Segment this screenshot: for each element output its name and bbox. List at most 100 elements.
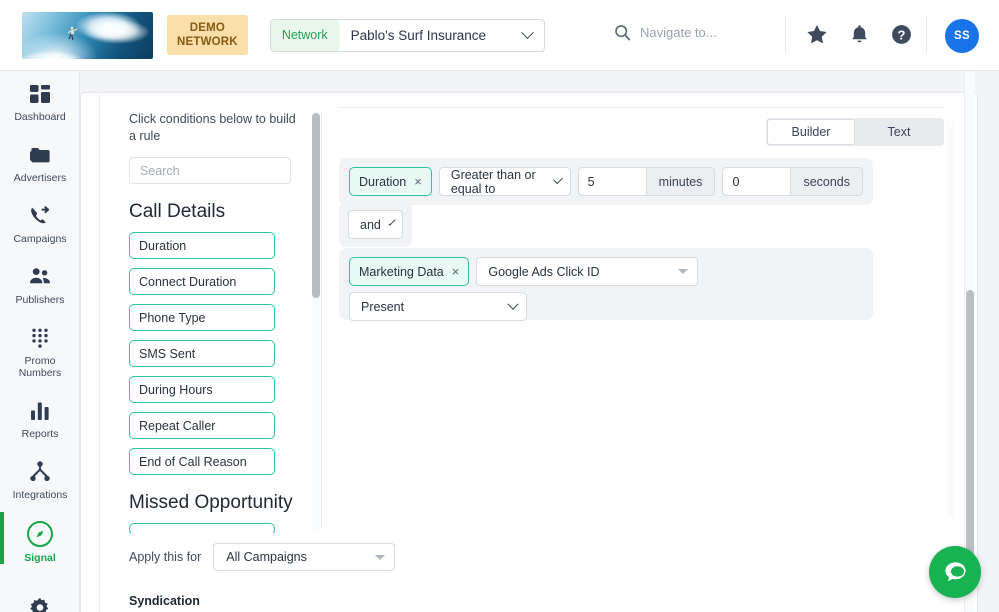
conditions-search-input[interactable]: Search	[129, 157, 291, 184]
conditions-group-title-missed-opportunity: Missed Opportunity	[129, 492, 293, 513]
rule-group-duration: Duration × Greater than or equal to minu…	[339, 158, 873, 205]
builder-scrollbar-track[interactable]	[947, 121, 954, 517]
sidebar-item-advertisers[interactable]: Advertisers	[0, 132, 80, 193]
brand-logo-image[interactable]	[22, 11, 153, 59]
rule-row-marketing-data-operator: Present	[349, 292, 863, 321]
duration-seconds-group: seconds	[722, 167, 863, 196]
close-icon[interactable]: ×	[414, 175, 422, 188]
rule-chip-marketing-data[interactable]: Marketing Data ×	[349, 257, 470, 286]
wave-foam-decoration	[22, 42, 94, 59]
panel-vertical-divider	[321, 111, 322, 529]
rule-row-marketing-data-field: Marketing Data × Google Ads Click ID	[349, 257, 863, 286]
duration-seconds-input[interactable]	[722, 167, 791, 196]
help-icon[interactable]: ?	[891, 24, 912, 45]
duration-operator-value: Greater than or equal to	[450, 167, 536, 196]
header-divider-left	[785, 18, 786, 53]
demo-badge-line2: NETWORK	[177, 36, 238, 48]
duration-minutes-group: minutes	[577, 167, 716, 196]
surfer-figure-icon	[67, 26, 78, 40]
chevron-down-icon	[552, 173, 563, 184]
header-action-icons: ?	[806, 24, 912, 45]
apply-scope-select[interactable]: All Campaigns	[213, 543, 396, 571]
phone-forward-icon	[31, 206, 50, 224]
signal-rule-card: Click conditions below to build a rule S…	[80, 92, 978, 612]
chevron-down-icon	[388, 218, 396, 226]
left-sidebar: Dashboard Advertisers Campaigns Publishe…	[0, 71, 80, 612]
demo-badge-line1: DEMO	[189, 22, 226, 34]
apply-scope-value: All Campaigns	[226, 550, 307, 564]
sidebar-item-dashboard[interactable]: Dashboard	[0, 71, 80, 132]
rule-row-duration: Duration × Greater than or equal to minu…	[349, 167, 863, 196]
condition-repeat-caller[interactable]: Repeat Caller	[129, 412, 275, 439]
sidebar-item-label: Signal	[24, 552, 56, 564]
apply-scope-label: Apply this for	[129, 550, 202, 564]
chat-bubble-icon	[944, 561, 966, 581]
chevron-down-icon	[507, 298, 519, 310]
rule-chip-duration[interactable]: Duration ×	[349, 167, 432, 196]
folder-icon	[30, 148, 50, 163]
marketing-data-field-select[interactable]: Google Ads Click ID	[476, 257, 699, 286]
header-divider-right	[926, 18, 927, 53]
conditions-hint: Click conditions below to build a rule	[129, 112, 296, 143]
chat-widget-button[interactable]	[929, 546, 981, 598]
duration-operator-select[interactable]: Greater than or equal to	[438, 167, 571, 196]
sidebar-item-signal[interactable]: Signal	[0, 510, 80, 573]
demo-network-badge: DEMO NETWORK	[167, 15, 248, 55]
gear-icon	[30, 597, 49, 612]
condition-connect-duration[interactable]: Connect Duration	[129, 268, 275, 295]
tab-builder[interactable]: Builder	[767, 119, 855, 145]
top-header: DEMO NETWORK Network Pablo's Surf Insura…	[0, 0, 999, 71]
conditions-panel: Click conditions below to build a rule S…	[129, 111, 321, 541]
dashboard-icon	[30, 85, 50, 103]
keypad-icon	[32, 328, 48, 348]
sidebar-item-settings[interactable]: Settings	[0, 585, 80, 612]
builder-top-divider	[339, 107, 944, 108]
sidebar-item-publishers[interactable]: Publishers	[0, 254, 80, 315]
condition-partial-clipped[interactable]	[129, 523, 275, 535]
sidebar-item-campaigns[interactable]: Campaigns	[0, 193, 80, 254]
network-selector-value-wrap[interactable]: Pablo's Surf Insurance	[339, 20, 544, 51]
user-avatar[interactable]: SS	[945, 19, 979, 53]
duration-minutes-input[interactable]	[577, 167, 646, 196]
rule-chip-label: Marketing Data	[359, 264, 444, 279]
compass-icon	[27, 521, 53, 547]
sidebar-item-reports[interactable]: Reports	[0, 388, 80, 449]
page-scrollbar-thumb[interactable]	[966, 290, 974, 588]
rule-connector-group: and	[339, 202, 412, 247]
apply-scope-row: Apply this for All Campaigns	[129, 543, 396, 571]
duration-minutes-unit: minutes	[645, 167, 716, 196]
chevron-down-icon	[678, 269, 689, 274]
sidebar-item-label: Reports	[21, 428, 59, 440]
star-icon[interactable]	[806, 24, 828, 45]
global-search[interactable]: Navigate to...	[614, 24, 717, 41]
network-selector[interactable]: Network Pablo's Surf Insurance	[269, 18, 545, 52]
close-icon[interactable]: ×	[452, 265, 460, 278]
sidebar-item-label: Dashboard	[14, 111, 66, 123]
condition-phone-type[interactable]: Phone Type	[129, 304, 275, 331]
svg-text:?: ?	[898, 27, 906, 42]
condition-during-hours[interactable]: During Hours	[129, 376, 275, 403]
page-canvas: Click conditions below to build a rule S…	[80, 71, 999, 612]
conditions-group-title: Call Details	[129, 201, 226, 222]
view-toggle[interactable]: Builder Text	[766, 118, 944, 146]
sidebar-item-label: Publishers	[15, 294, 65, 306]
tab-text[interactable]: Text	[855, 119, 943, 145]
bar-chart-icon	[31, 402, 49, 420]
syndication-section-title: Syndication	[129, 594, 200, 608]
marketing-data-operator-select[interactable]: Present	[349, 292, 527, 321]
condition-sms-sent[interactable]: SMS Sent	[129, 340, 275, 367]
condition-duration[interactable]: Duration	[129, 232, 275, 259]
sidebar-item-integrations[interactable]: Integrations	[0, 449, 80, 510]
chevron-down-icon	[520, 25, 534, 39]
conditions-scrollbar-thumb[interactable]	[312, 113, 320, 298]
wave-crest-decoration	[74, 13, 153, 44]
bell-icon[interactable]	[850, 24, 869, 45]
global-search-placeholder: Navigate to...	[640, 25, 717, 40]
condition-end-of-call-reason[interactable]: End of Call Reason	[129, 448, 275, 475]
conditions-search-placeholder: Search	[140, 163, 180, 178]
connector-select[interactable]: and	[348, 210, 403, 239]
network-selector-value: Pablo's Surf Insurance	[350, 27, 487, 43]
duration-seconds-unit: seconds	[790, 167, 863, 196]
sidebar-item-promo-numbers[interactable]: Promo Numbers	[0, 315, 80, 388]
card-left-rail-divider	[99, 93, 100, 612]
